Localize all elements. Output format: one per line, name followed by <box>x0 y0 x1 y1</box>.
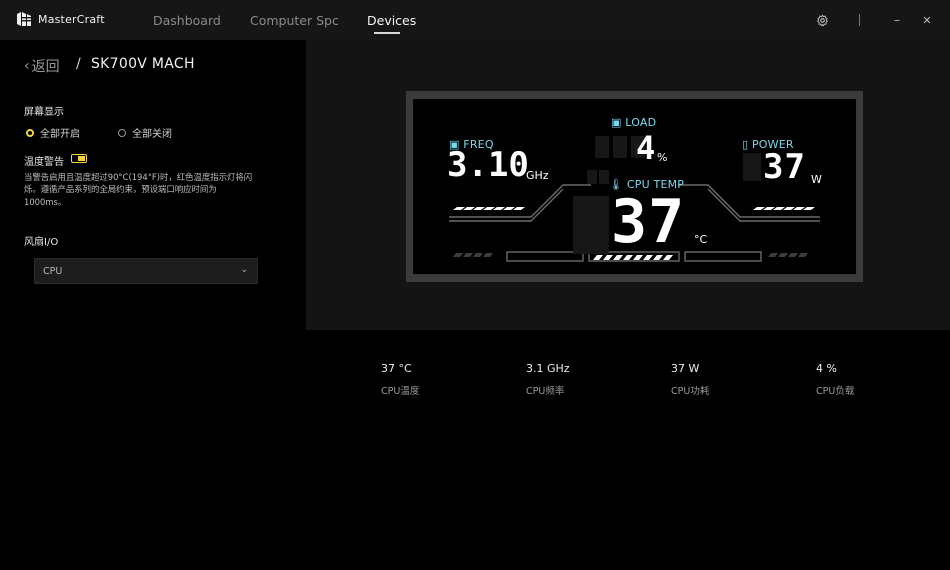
screen-display-title: 屏幕显示 <box>24 107 64 118</box>
lcd-load-label: LOAD <box>625 116 657 129</box>
radio-all-off[interactable]: 全部关闭 <box>118 125 172 140</box>
lcd-load-value: 4 <box>636 129 657 167</box>
stat-cpu-power: 37 W CPU功耗 <box>671 362 709 397</box>
temp-warning-description: 当警告启用且温度超过90°C(194°F)时，红色温度指示灯将闪烁。遵循产品系列… <box>24 172 253 207</box>
stat-value: 3.1 GHz <box>526 362 570 375</box>
lcd-temp-unit: °C <box>694 233 708 246</box>
stat-cpu-temp: 37 °C CPU温度 <box>381 362 419 397</box>
battery-icon: ▯ <box>742 138 749 151</box>
settings-panel <box>0 40 306 570</box>
temp-warning-toggle[interactable] <box>71 154 87 163</box>
titlebar-separator <box>859 14 860 26</box>
stat-label: CPU功耗 <box>671 386 710 397</box>
back-label: 返回 <box>31 59 60 75</box>
fan-io-selected: CPU <box>43 266 63 277</box>
chevron-left-icon: ‹ <box>24 58 30 74</box>
gear-icon <box>816 13 828 26</box>
radio-all-on-label: 全部开启 <box>40 129 80 140</box>
breadcrumb-separator: / <box>76 56 81 72</box>
lcd-load-unit: % <box>657 151 668 164</box>
app-name: MasterCraft <box>38 12 105 26</box>
radio-all-on[interactable]: 全部开启 <box>26 125 80 140</box>
lcd-load-block: ▣ LOAD <box>611 116 656 129</box>
fan-io-select[interactable]: CPU ⌄ <box>34 258 258 284</box>
lcd-freq-value: 3.10 <box>447 145 529 185</box>
stat-label: CPU负载 <box>816 386 855 397</box>
lcd-power-value: 37 <box>763 147 806 187</box>
close-button[interactable]: ✕ <box>919 12 935 28</box>
chevron-down-icon: ⌄ <box>240 265 248 275</box>
fan-io-title: 风扇I/O <box>24 237 59 248</box>
nav-dashboard[interactable]: Dashboard <box>153 13 221 28</box>
nav-devices[interactable]: Devices <box>367 13 416 28</box>
title-bar: MasterCraft Dashboard Computer Spc Devic… <box>0 0 950 40</box>
lcd-screen: ▣ LOAD 4 % ▣ FREQ 3.10 GHz ▯ POWER 37 W … <box>413 99 856 274</box>
stat-label: CPU温度 <box>381 386 420 397</box>
back-button[interactable]: ‹ 返回 <box>24 56 60 76</box>
nav-active-indicator <box>374 32 400 34</box>
app-logo: MasterCraft <box>16 11 105 27</box>
toggle-knob <box>78 156 85 161</box>
radio-dot <box>26 128 34 137</box>
lcd-screen-frame: ▣ LOAD 4 % ▣ FREQ 3.10 GHz ▯ POWER 37 W … <box>406 91 863 282</box>
settings-button[interactable] <box>814 12 830 28</box>
chip-icon: ▣ <box>611 116 622 129</box>
temp-warning-title: 温度警告 <box>24 157 64 168</box>
stat-label: CPU频率 <box>526 386 565 397</box>
lcd-temp-value: 37 <box>611 187 686 257</box>
stat-value: 37 W <box>671 362 700 375</box>
device-name: SK700V MACH <box>91 56 195 72</box>
radio-dot <box>118 128 126 137</box>
lcd-power-unit: W <box>811 173 822 186</box>
mastercraft-logo-icon <box>17 12 31 26</box>
stat-value: 37 °C <box>381 362 412 375</box>
lcd-freq-unit: GHz <box>526 169 549 182</box>
stat-cpu-load: 4 % CPU负载 <box>816 362 854 397</box>
nav-computer-spc[interactable]: Computer Spc <box>250 13 339 28</box>
stat-value: 4 % <box>816 362 837 375</box>
stat-cpu-freq: 3.1 GHz CPU频率 <box>526 362 570 397</box>
minimize-button[interactable]: – <box>889 12 905 28</box>
radio-all-off-label: 全部关闭 <box>132 129 172 140</box>
